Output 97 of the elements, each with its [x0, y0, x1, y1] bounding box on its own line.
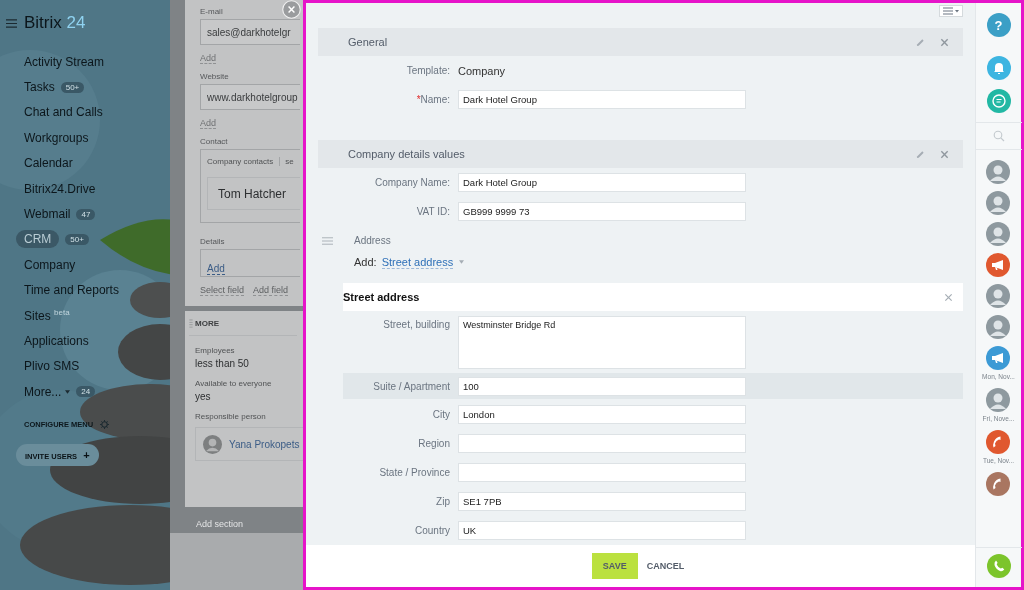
- section-title: MORE: [195, 319, 219, 328]
- input-field[interactable]: sales@darkhotelgr: [200, 19, 300, 45]
- phone-icon[interactable]: [986, 430, 1011, 454]
- nav-item[interactable]: Plivo SMS: [24, 357, 80, 376]
- contacts-tab[interactable]: se: [280, 157, 294, 166]
- field-label: Region: [417, 438, 450, 449]
- close-icon[interactable]: [940, 37, 949, 47]
- avatar-icon[interactable]: [986, 222, 1011, 246]
- add-link[interactable]: Add: [200, 118, 216, 129]
- field-label: Country: [414, 525, 450, 536]
- input-field[interactable]: SE1 7PB: [458, 492, 746, 511]
- pencil-icon[interactable]: [916, 37, 925, 47]
- menu-button[interactable]: [939, 5, 963, 17]
- field-action-link[interactable]: Add field: [253, 285, 289, 296]
- megaphone-icon[interactable]: [986, 253, 1011, 277]
- text-area[interactable]: Westminster Bridge Rd: [458, 316, 746, 369]
- field-value: yes: [195, 391, 211, 402]
- input-field[interactable]: [458, 463, 746, 482]
- logo-text[interactable]: Bitrix 24: [24, 13, 86, 33]
- person-link[interactable]: Yana Prokopets: [229, 438, 300, 450]
- field-value: Company: [458, 64, 506, 77]
- add-link[interactable]: Add: [200, 53, 216, 64]
- counter-badge: 24: [76, 386, 96, 398]
- help-button[interactable]: ?: [986, 13, 1011, 37]
- input-field[interactable]: Dark Hotel Group: [458, 173, 746, 192]
- add-label: Add:: [354, 256, 377, 268]
- contact-name[interactable]: Tom Hatcher: [207, 177, 300, 210]
- field-label: Available to everyone: [195, 379, 272, 388]
- nav-item[interactable]: CRM: [16, 230, 60, 249]
- field-label: Template:: [405, 65, 450, 76]
- avatar-icon[interactable]: [986, 284, 1011, 308]
- field-value: less than 50: [195, 358, 249, 369]
- counter-badge: 50+: [65, 233, 89, 245]
- nav-item[interactable]: Activity Stream: [24, 52, 104, 71]
- input-field[interactable]: London: [458, 405, 746, 424]
- add-section-link[interactable]: Add section: [196, 519, 303, 529]
- nav-item[interactable]: Workgroups: [24, 128, 89, 147]
- section-title: Company details values: [348, 148, 466, 160]
- input-field[interactable]: Dark Hotel Group: [458, 90, 746, 109]
- field-label: Address: [354, 234, 391, 246]
- phone-icon[interactable]: [986, 554, 1011, 578]
- field-label: State / Province: [378, 467, 450, 478]
- caret-icon[interactable]: [459, 260, 465, 264]
- input-field[interactable]: UK: [458, 521, 746, 540]
- field-label: Website: [200, 72, 229, 81]
- nav-item[interactable]: Tasks: [24, 78, 55, 97]
- close-icon[interactable]: [940, 149, 949, 159]
- nav-item[interactable]: Webmail: [24, 205, 71, 224]
- drag-handle-icon[interactable]: [322, 237, 333, 245]
- contacts-tab[interactable]: Company contacts: [207, 157, 281, 166]
- avatar-icon[interactable]: [986, 160, 1011, 184]
- avatar-icon[interactable]: [986, 388, 1011, 412]
- pencil-icon[interactable]: [916, 149, 925, 159]
- field-label: City: [431, 409, 450, 420]
- subsection-title: Street address: [343, 291, 421, 303]
- menu-icon[interactable]: [6, 18, 17, 28]
- field-label: Contact: [200, 137, 228, 146]
- avatar-icon[interactable]: [986, 315, 1011, 339]
- field-label: VAT ID:: [415, 206, 450, 217]
- field-label: Employees: [195, 346, 235, 355]
- counter-badge: 50+: [60, 81, 85, 93]
- nav-item[interactable]: Applications: [24, 332, 89, 350]
- nav-item[interactable]: Calendar: [24, 154, 73, 173]
- settings-icon[interactable]: [100, 420, 110, 430]
- input-field[interactable]: 100: [458, 376, 746, 396]
- nav-item[interactable]: Bitrix24.Drive: [24, 179, 96, 198]
- save-button[interactable]: SAVE: [591, 553, 638, 579]
- add-link[interactable]: Add: [207, 263, 225, 275]
- field-label: E-mail: [200, 7, 223, 16]
- field-label: Suite / Apartment: [372, 380, 450, 392]
- section-title: General: [348, 36, 389, 48]
- input-field[interactable]: GB999 9999 73: [458, 202, 746, 221]
- field-action-link[interactable]: Select field: [200, 285, 245, 296]
- nav-item[interactable]: Chat and Calls: [24, 103, 103, 122]
- field-label: Details: [200, 237, 225, 246]
- cancel-button[interactable]: CANCEL: [641, 553, 690, 579]
- field-label: Zip: [435, 496, 450, 507]
- input-field[interactable]: [458, 434, 746, 453]
- search-icon[interactable]: [992, 130, 1005, 142]
- field-label: Company Name:: [373, 177, 450, 188]
- field-label: Responsible person: [195, 412, 266, 421]
- nav-item[interactable]: Sites $^{beta}$: [24, 306, 70, 326]
- bell-icon[interactable]: [986, 56, 1011, 80]
- chat-icon[interactable]: [986, 89, 1011, 113]
- field-label: *Name:: [415, 94, 450, 105]
- avatar-icon[interactable]: [986, 191, 1011, 215]
- megaphone-icon[interactable]: [986, 346, 1011, 370]
- phone-icon[interactable]: [986, 472, 1011, 496]
- counter-badge: 47: [76, 208, 96, 220]
- nav-item[interactable]: Time and Reports: [24, 281, 119, 300]
- nav-item[interactable]: Company: [24, 255, 76, 274]
- avatar-icon[interactable]: [203, 434, 222, 454]
- nav-item[interactable]: More...: [24, 382, 62, 401]
- input-field[interactable]: www.darkhotelgroup: [200, 84, 300, 110]
- close-icon[interactable]: [944, 292, 953, 302]
- address-type-dropdown[interactable]: Street address: [381, 255, 454, 269]
- field-label: Street, building: [382, 318, 450, 330]
